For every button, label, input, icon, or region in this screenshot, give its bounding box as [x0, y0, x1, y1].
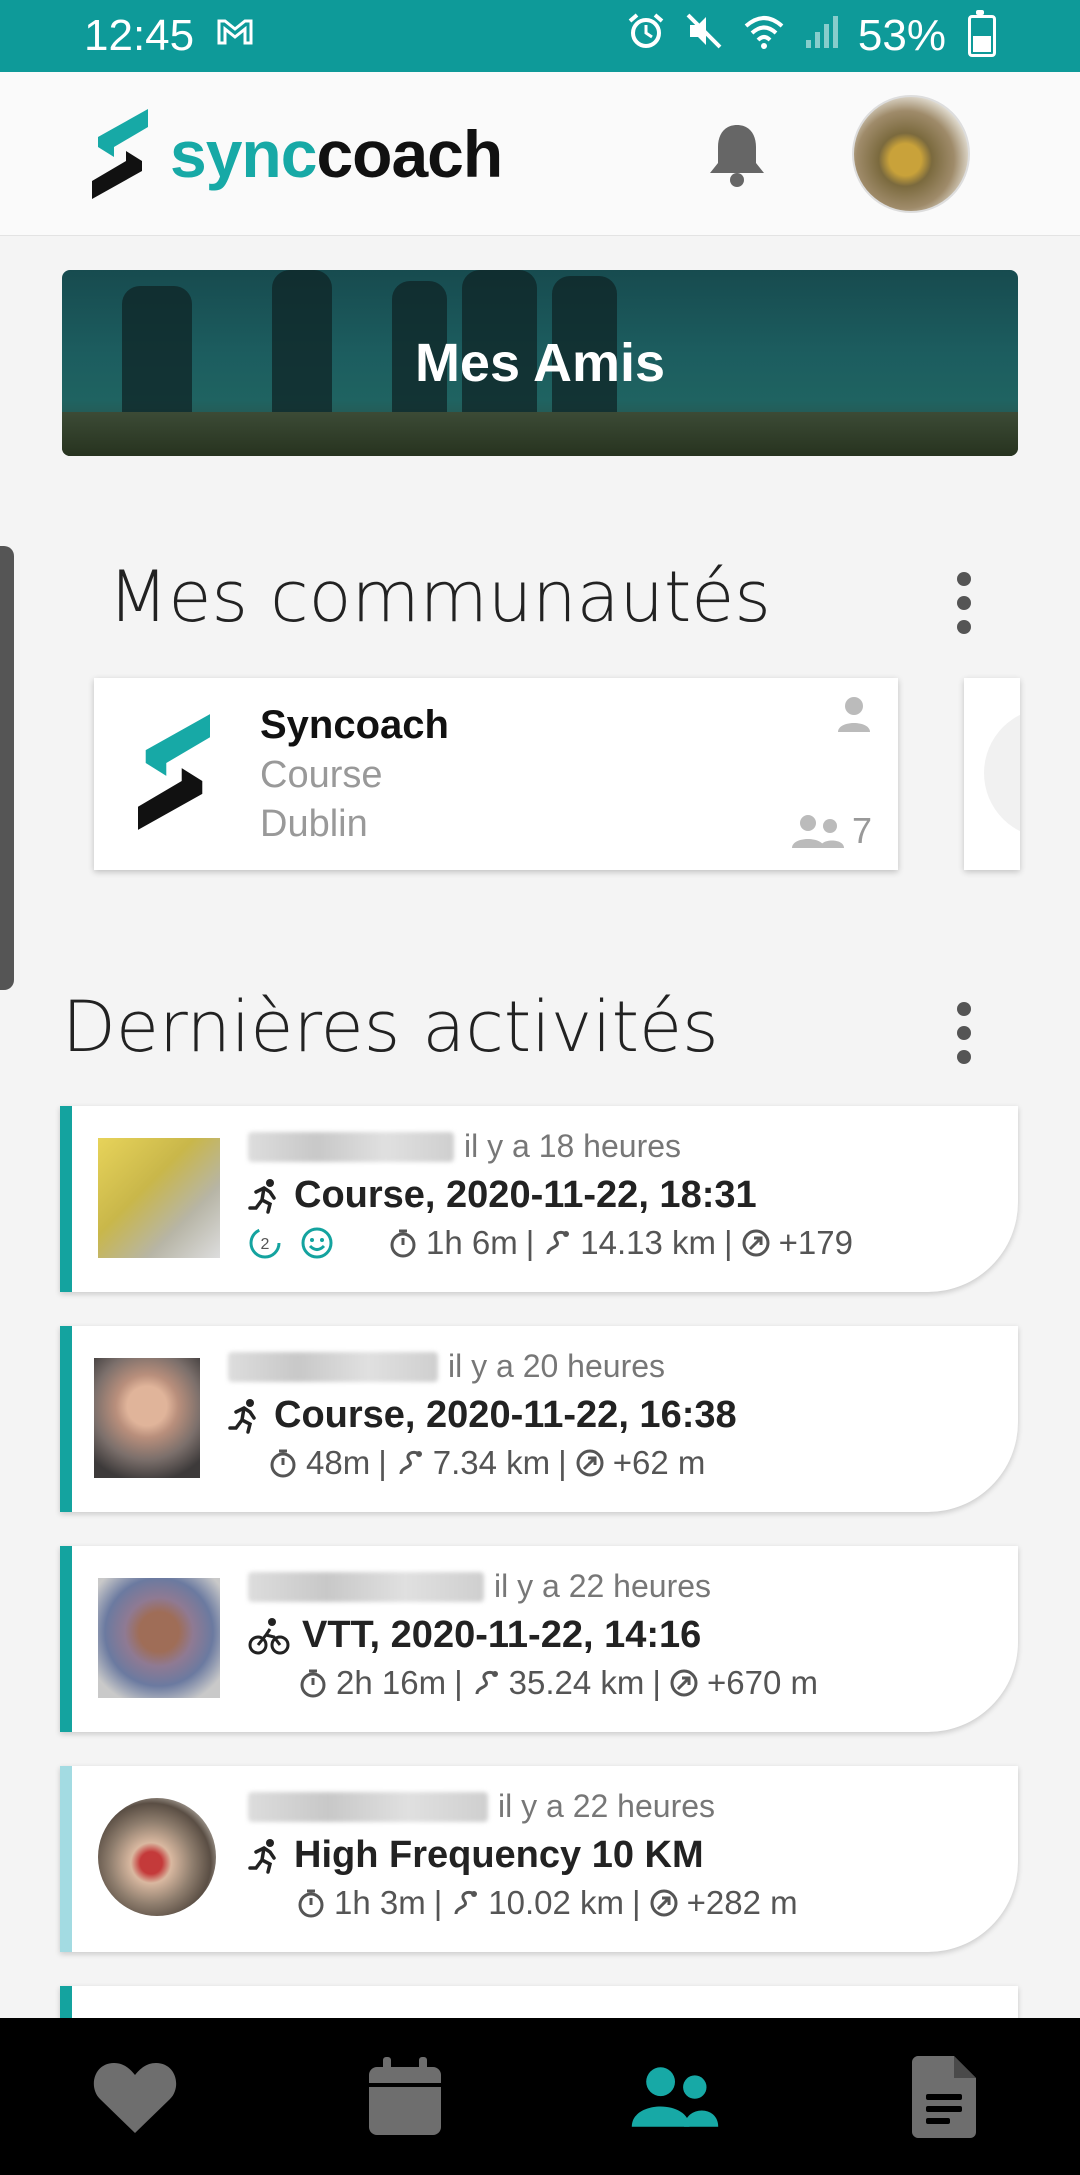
elevation-icon [650, 1889, 678, 1917]
user-avatar[interactable] [852, 94, 970, 213]
svg-text:2: 2 [261, 1236, 270, 1253]
activity-distance: 7.34 km [432, 1444, 551, 1481]
elevation-icon [576, 1449, 604, 1477]
user-name-blurred [248, 1791, 488, 1822]
community-sport: Course [260, 753, 383, 796]
stopwatch-icon [270, 1449, 296, 1478]
activity-distance: 10.02 km [488, 1884, 625, 1921]
signal-icon [804, 11, 840, 61]
activity-photo [98, 1798, 216, 1916]
battery-percent: 53% [857, 11, 946, 60]
distance-icon [454, 1890, 478, 1915]
activity-photo [94, 1358, 200, 1478]
community-logo-icon [138, 713, 210, 835]
running-icon [228, 1398, 256, 1434]
stopwatch-icon [298, 1889, 324, 1918]
nav-calendar[interactable] [360, 2052, 450, 2142]
app-name: synccoach [170, 116, 503, 191]
activity-elevation: +282 m [686, 1884, 798, 1921]
community-card[interactable]: Syncoach Course Dublin 7 [94, 678, 898, 870]
elevation-icon [742, 1229, 770, 1257]
activity-time-ago: il y a 20 heures [448, 1348, 666, 1384]
activity-time-ago: il y a 18 heures [464, 1128, 682, 1164]
activity-duration: 48m [306, 1444, 371, 1481]
banner-title: Mes Amis [414, 333, 666, 393]
edge-panel-handle[interactable] [0, 546, 14, 990]
activity-title: VTT, 2020-11-22, 14:16 [302, 1614, 702, 1656]
activity-duration: 1h 6m [426, 1224, 518, 1261]
wifi-icon [742, 11, 786, 61]
communities-menu-icon[interactable] [954, 572, 974, 634]
app-logo: synccoach [92, 108, 503, 199]
activities-heading: Dernières activités [62, 986, 719, 1068]
activity-time-ago: il y a 22 heures [498, 1788, 716, 1824]
nav-friends[interactable] [630, 2052, 720, 2142]
nav-favorites[interactable] [90, 2052, 180, 2142]
distance-icon [546, 1230, 570, 1255]
lap-badge-icon: 2 [249, 1227, 281, 1259]
distance-icon [399, 1450, 422, 1475]
stopwatch-icon [300, 1669, 326, 1698]
activity-elevation: +670 m [706, 1664, 818, 1701]
friends-icon [631, 2066, 719, 2127]
distance-icon [475, 1670, 498, 1695]
community-name: Syncoach [260, 702, 449, 747]
activity-card[interactable]: il y a 22 heures High Frequency 10 KM 1h… [60, 1766, 1018, 1952]
document-icon [912, 2055, 976, 2138]
members-icon [791, 815, 844, 848]
activity-elevation: +179 [778, 1224, 853, 1261]
activity-duration: 1h 3m [334, 1884, 426, 1921]
app-header: synccoach [0, 72, 1080, 236]
members-count: 7 [790, 810, 872, 852]
user-name-blurred [248, 1571, 484, 1602]
activity-photo [98, 1138, 220, 1258]
status-bar: 12:45 53% [0, 0, 1080, 72]
activity-title: Course, 2020-11-22, 18:31 [294, 1174, 757, 1216]
community-city: Dublin [260, 802, 368, 845]
user-icon [834, 694, 874, 739]
elevation-icon [670, 1669, 698, 1697]
activities-menu-icon[interactable] [954, 1002, 974, 1064]
user-name-blurred [248, 1131, 454, 1162]
communities-heading: Mes communautés [108, 556, 771, 638]
activity-title: Course, 2020-11-22, 16:38 [274, 1394, 737, 1436]
activity-time-ago: il y a 22 heures [494, 1568, 712, 1604]
friends-banner: Mes Amis [62, 270, 1018, 456]
heart-icon [93, 2062, 177, 2133]
mute-icon [684, 11, 724, 62]
user-name-blurred [228, 1351, 438, 1382]
activity-card[interactable]: il y a 18 heures Course, 2020-11-22, 18:… [60, 1106, 1018, 1292]
nav-documents[interactable] [900, 2052, 990, 2142]
activity-distance: 14.13 km [580, 1224, 717, 1261]
alarm-icon [626, 11, 666, 62]
battery-icon [968, 10, 996, 57]
smiley-icon [301, 1227, 333, 1259]
status-time: 12:45 [84, 11, 195, 60]
running-icon [248, 1178, 276, 1214]
syncoach-logo-icon [92, 108, 148, 199]
activity-duration: 2h 16m [336, 1664, 447, 1701]
running-icon [248, 1838, 276, 1874]
activity-title: High Frequency 10 KM [294, 1834, 704, 1876]
community-card-next[interactable] [964, 678, 1020, 870]
activity-elevation: +62 m [612, 1444, 706, 1481]
notifications-bell-icon[interactable] [702, 119, 772, 189]
activity-photo [98, 1578, 220, 1698]
gmail-icon [216, 17, 254, 56]
cycling-icon [248, 1617, 290, 1654]
bottom-navigation [0, 2018, 1080, 2175]
stopwatch-icon [390, 1229, 416, 1258]
calendar-icon [369, 2056, 441, 2135]
activity-card[interactable]: il y a 20 heures Course, 2020-11-22, 16:… [60, 1326, 1018, 1512]
activity-badges: 2 [248, 1226, 334, 1260]
activity-distance: 35.24 km [508, 1664, 645, 1701]
activity-card[interactable]: il y a 22 heures VTT, 2020-11-22, 14:16 … [60, 1546, 1018, 1732]
